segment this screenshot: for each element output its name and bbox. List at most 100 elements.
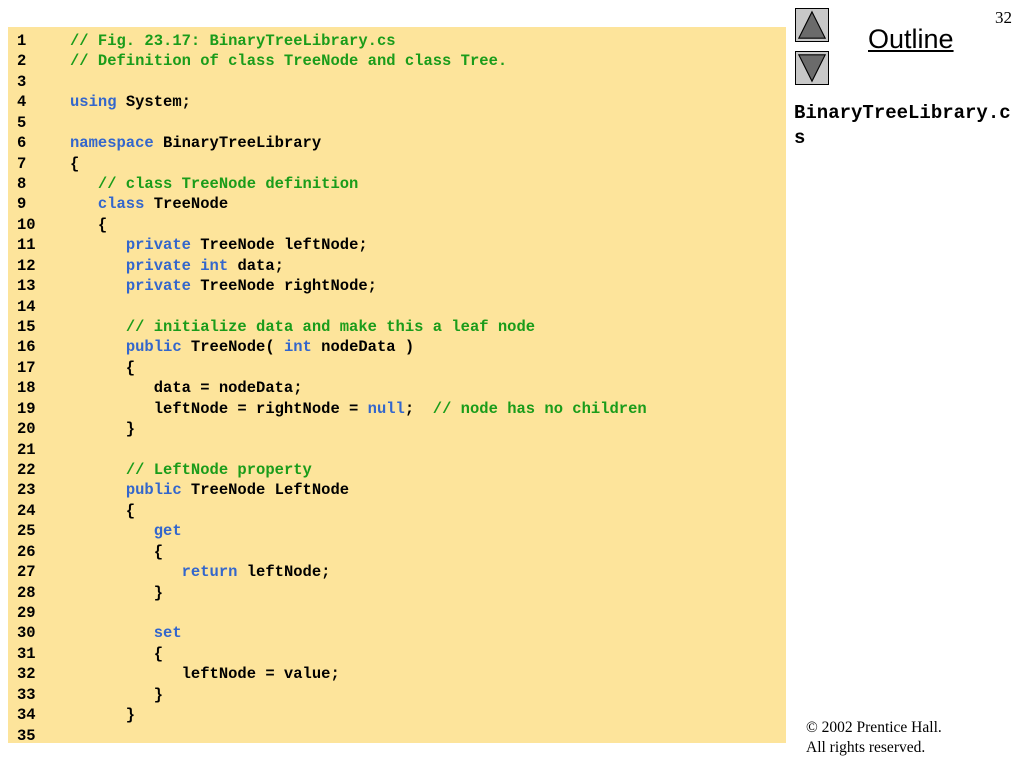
line-number: 1 bbox=[17, 32, 27, 50]
code-keyword: private bbox=[125, 256, 191, 275]
line-number: 7 bbox=[17, 154, 27, 173]
line-code: public TreeNode( int nodeData ) bbox=[70, 337, 414, 357]
line-number: 12 bbox=[17, 256, 36, 275]
code-line: 9 class TreeNode bbox=[8, 194, 786, 214]
code-text: TreeNode leftNode; bbox=[190, 236, 368, 255]
line-code: // initialize data and make this a leaf … bbox=[70, 317, 535, 337]
code-comment: // node has no children bbox=[432, 399, 647, 418]
code-line: 27 return leftNode; bbox=[8, 562, 786, 582]
line-number: 22 bbox=[17, 461, 36, 480]
code-keyword: public bbox=[125, 338, 182, 357]
line-number: 31 bbox=[17, 644, 36, 663]
copyright-line-1: © 2002 Prentice Hall. bbox=[806, 719, 942, 736]
line-number: 16 bbox=[17, 338, 36, 357]
code-text: ; bbox=[404, 399, 433, 418]
line-number: 34 bbox=[17, 706, 36, 725]
code-comment: // class TreeNode definition bbox=[97, 175, 359, 193]
code-line: 11 private TreeNode leftNode; bbox=[8, 235, 786, 255]
line-number: 3 bbox=[17, 72, 27, 91]
line-code: namespace BinaryTreeLibrary bbox=[70, 133, 321, 153]
code-text: } bbox=[70, 685, 164, 704]
code-text: BinaryTreeLibrary bbox=[153, 134, 322, 153]
code-text: TreeNode LeftNode bbox=[181, 481, 350, 500]
code-line: 23 public TreeNode LeftNode bbox=[8, 480, 786, 500]
line-code: private TreeNode leftNode; bbox=[70, 235, 368, 255]
code-line: 17 { bbox=[8, 358, 786, 378]
line-number: 27 bbox=[17, 563, 36, 582]
code-keyword: return bbox=[181, 563, 238, 582]
code-text: data = nodeData; bbox=[70, 379, 303, 398]
code-comment: // Definition of class TreeNode and clas… bbox=[70, 52, 508, 71]
code-keyword: private bbox=[125, 236, 191, 255]
line-number: 28 bbox=[17, 583, 36, 602]
code-panel: 1 // Fig. 23.17: BinaryTreeLibrary.cs 2 // … bbox=[8, 27, 786, 745]
code-line: 21 bbox=[8, 440, 786, 460]
code-text: nodeData ) bbox=[311, 338, 415, 357]
line-code: set bbox=[70, 623, 182, 643]
line-number: 24 bbox=[17, 501, 36, 520]
code-line: 34 } bbox=[8, 705, 786, 725]
line-code: { bbox=[70, 215, 107, 235]
code-keyword: set bbox=[153, 624, 182, 643]
line-number: 18 bbox=[17, 379, 36, 398]
code-keyword: namespace bbox=[70, 134, 154, 153]
code-text: { bbox=[70, 542, 164, 561]
code-line: 33 } bbox=[8, 685, 786, 705]
code-line: 20 } bbox=[8, 419, 786, 439]
code-text: TreeNode bbox=[144, 195, 229, 214]
line-code: // Fig. 23.17: BinaryTreeLibrary.cs bbox=[70, 31, 396, 51]
code-text: { bbox=[70, 644, 164, 663]
next-slide-button[interactable] bbox=[795, 51, 829, 85]
code-text: leftNode = value; bbox=[70, 665, 340, 684]
code-keyword: private bbox=[125, 277, 191, 296]
line-number: 6 bbox=[17, 134, 27, 153]
code-text: { bbox=[70, 358, 136, 377]
line-code: private TreeNode rightNode; bbox=[70, 276, 377, 296]
code-line: 3 bbox=[8, 72, 786, 92]
copyright-line-2: All rights reserved. bbox=[806, 739, 926, 756]
line-code: public TreeNode LeftNode bbox=[70, 480, 349, 500]
code-line: 32 leftNode = value; bbox=[8, 664, 786, 684]
line-number: 23 bbox=[17, 481, 36, 500]
code-text: } bbox=[70, 583, 164, 602]
line-number: 5 bbox=[17, 113, 27, 132]
code-line: 14 bbox=[8, 297, 786, 317]
code-keyword: using bbox=[70, 93, 117, 112]
code-text: { bbox=[70, 215, 108, 234]
code-keyword: get bbox=[153, 522, 182, 541]
line-code: } bbox=[70, 685, 163, 705]
code-text: } bbox=[70, 420, 136, 439]
line-number: 10 bbox=[17, 215, 36, 234]
line-code: } bbox=[70, 419, 135, 439]
line-number: 19 bbox=[17, 399, 36, 418]
line-number: 26 bbox=[17, 542, 36, 561]
line-code: leftNode = value; bbox=[70, 664, 340, 684]
line-number: 35 bbox=[17, 726, 36, 745]
code-line: 19 leftNode = rightNode = null; // node … bbox=[8, 399, 786, 419]
code-text: } bbox=[70, 706, 136, 725]
line-code: data = nodeData; bbox=[70, 378, 303, 398]
line-code: leftNode = rightNode = null; // node has… bbox=[70, 399, 647, 419]
line-number: 25 bbox=[17, 522, 36, 541]
line-number: 15 bbox=[17, 318, 36, 337]
code-line: 22 // LeftNode property bbox=[8, 460, 786, 480]
line-number: 29 bbox=[17, 604, 36, 623]
slide-number: 32 bbox=[995, 8, 1012, 27]
file-title: BinaryTreeLibrary.cs bbox=[794, 102, 1011, 149]
code-line: 26 { bbox=[8, 542, 786, 562]
line-number: 14 bbox=[17, 297, 36, 316]
line-number: 11 bbox=[17, 236, 36, 255]
code-line: 10 { bbox=[8, 215, 786, 235]
previous-slide-button[interactable] bbox=[795, 8, 829, 42]
line-code: } bbox=[70, 705, 135, 725]
code-line: 13 private TreeNode rightNode; bbox=[8, 276, 786, 296]
outline-link[interactable]: Outline bbox=[868, 24, 954, 55]
